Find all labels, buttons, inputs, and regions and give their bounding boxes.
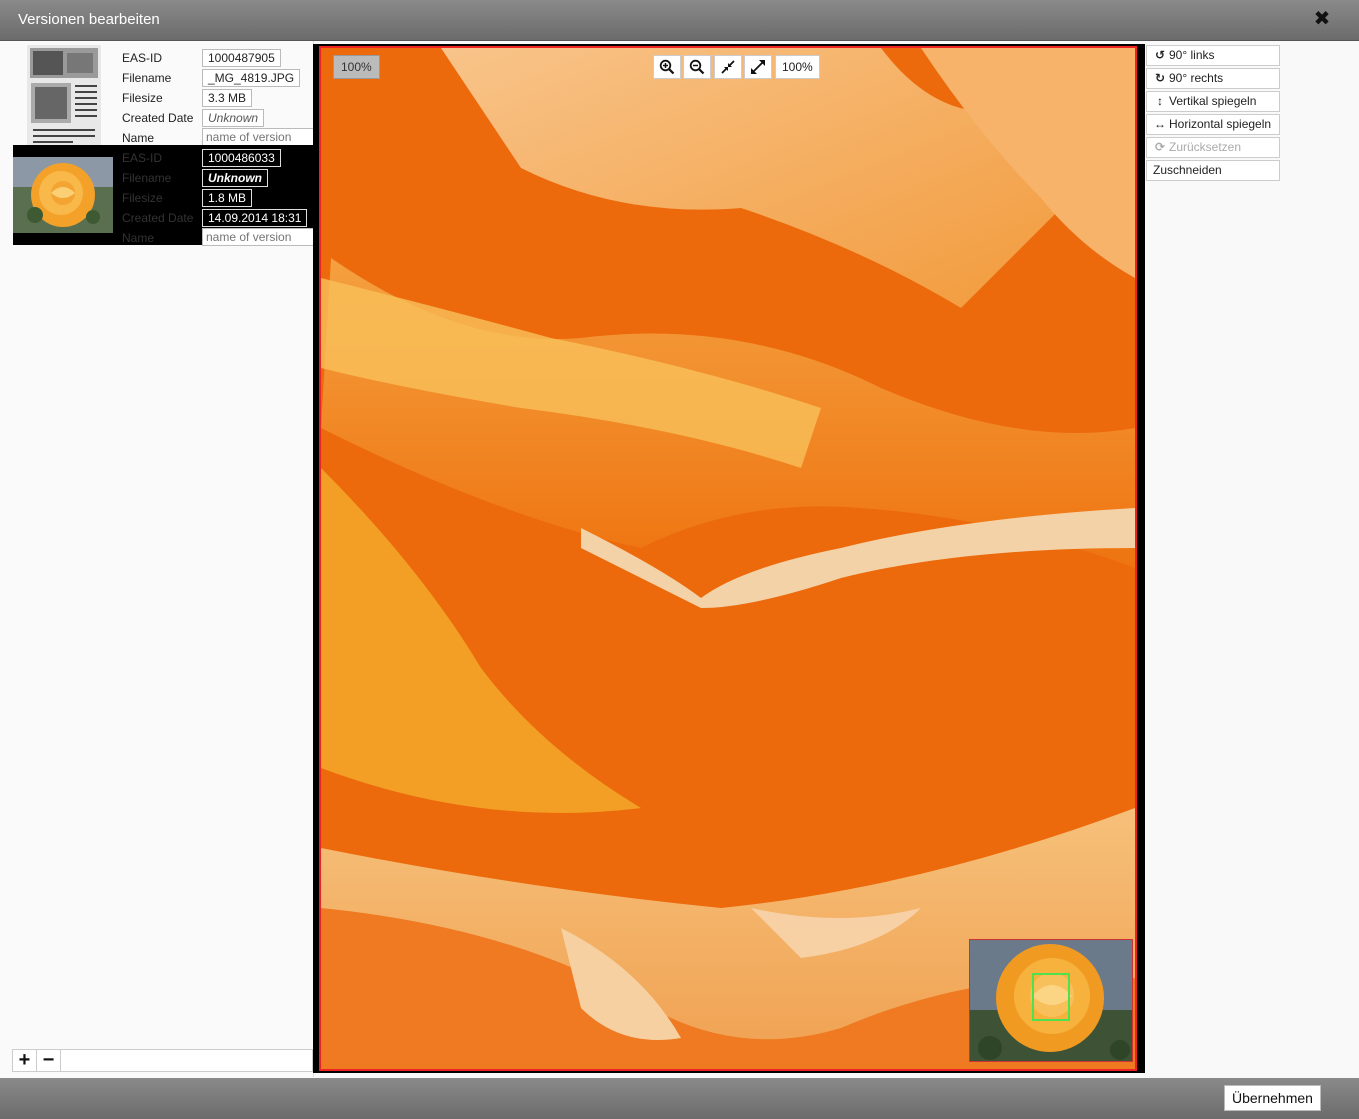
flip-vertical-icon: ↕ (1157, 94, 1163, 108)
eas-id-value: 1000487905 (202, 49, 281, 67)
filename-row: Filename _MG_4819.JPG (122, 69, 312, 87)
version-name-input[interactable] (202, 128, 315, 146)
flip-vertical-button[interactable]: ↕ Vertikal spiegeln (1146, 91, 1280, 112)
flip-horizontal-label: Horizontal spiegeln (1169, 117, 1272, 131)
created-date-row: Created Date Unknown (122, 109, 312, 127)
reset-button: ⟳ Zurücksetzen (1146, 137, 1280, 158)
expand-icon[interactable] (744, 55, 772, 79)
filename-value: _MG_4819.JPG (202, 69, 301, 87)
name-label: Name (122, 131, 155, 145)
eas-id-label: EAS-ID (122, 151, 163, 165)
filesize-row: Filesize 1.8 MB (122, 189, 312, 207)
eas-id-value: 1000486033 (202, 149, 281, 167)
zoom-out-icon[interactable] (683, 55, 711, 79)
remove-version-button[interactable]: − (37, 1050, 61, 1071)
version-item[interactable]: EAS-ID 1000487905 Filename _MG_4819.JPG … (13, 45, 315, 146)
zoom-percentage: 100% (775, 55, 820, 79)
flip-horizontal-icon: ↔ (1154, 117, 1166, 131)
filesize-value: 3.3 MB (202, 89, 253, 107)
apply-button[interactable]: Übernehmen (1224, 1085, 1321, 1111)
document-scan-thumbnail (27, 45, 101, 145)
filesize-label: Filesize (122, 191, 163, 205)
crop-label: Zuschneiden (1153, 163, 1222, 177)
version-list-panel: EAS-ID 1000487905 Filename _MG_4819.JPG … (0, 41, 315, 1077)
zoom-level-badge: 100% (333, 55, 380, 79)
add-version-button[interactable]: + (13, 1050, 37, 1071)
eas-id-label: EAS-ID (122, 51, 163, 65)
image-minimap[interactable] (969, 939, 1133, 1062)
flip-vertical-label: Vertikal spiegeln (1169, 94, 1257, 108)
filesize-label: Filesize (122, 91, 163, 105)
dialog-titlebar: Versionen bearbeiten ✖ (0, 0, 1359, 41)
eas-id-row: EAS-ID 1000487905 (122, 49, 312, 67)
shrink-icon[interactable] (714, 55, 742, 79)
rotate-right-label: 90° rechts (1169, 71, 1224, 85)
version-item-selected[interactable]: EAS-ID 1000486033 Filename Unknown Files… (13, 145, 315, 247)
reset-label: Zurücksetzen (1169, 140, 1242, 154)
crop-button[interactable]: Zuschneiden (1146, 160, 1280, 181)
dialog-footer: Übernehmen (0, 1078, 1359, 1119)
rotate-right-icon: ↻ (1154, 71, 1166, 85)
created-date-label: Created Date (122, 111, 194, 125)
version-list-footer: + − (12, 1049, 313, 1072)
filename-label: Filename (122, 171, 172, 185)
filename-row: Filename Unknown (122, 169, 312, 187)
rotate-left-label: 90° links (1169, 48, 1215, 62)
reset-icon: ⟳ (1154, 140, 1166, 154)
rotate-left-icon: ↺ (1154, 48, 1166, 62)
image-viewer: 100% 100% (313, 44, 1145, 1073)
version-name-input[interactable] (202, 228, 315, 246)
filename-label: Filename (122, 71, 172, 85)
zoom-in-icon[interactable] (653, 55, 681, 79)
name-label: Name (122, 231, 155, 245)
flip-horizontal-button[interactable]: ↔ Horizontal spiegeln (1146, 114, 1280, 135)
close-icon[interactable]: ✖ (1311, 8, 1333, 30)
created-date-value: Unknown (202, 109, 265, 127)
created-date-value: 14.09.2014 18:31 (202, 209, 308, 227)
image-canvas[interactable]: 100% 100% (319, 46, 1137, 1071)
filesize-row: Filesize 3.3 MB (122, 89, 312, 107)
rose-thumbnail (13, 157, 113, 233)
minimap-viewport[interactable] (1032, 973, 1070, 1021)
filename-value: Unknown (202, 169, 268, 187)
filesize-value: 1.8 MB (202, 189, 253, 207)
created-date-row: Created Date 14.09.2014 18:31 (122, 209, 312, 227)
dialog-title: Versionen bearbeiten (18, 11, 160, 28)
created-date-label: Created Date (122, 211, 194, 225)
rotate-right-button[interactable]: ↻ 90° rechts (1146, 68, 1280, 89)
eas-id-row: EAS-ID 1000486033 (122, 149, 312, 167)
name-row: Name (122, 228, 315, 247)
rotate-left-button[interactable]: ↺ 90° links (1146, 45, 1280, 66)
